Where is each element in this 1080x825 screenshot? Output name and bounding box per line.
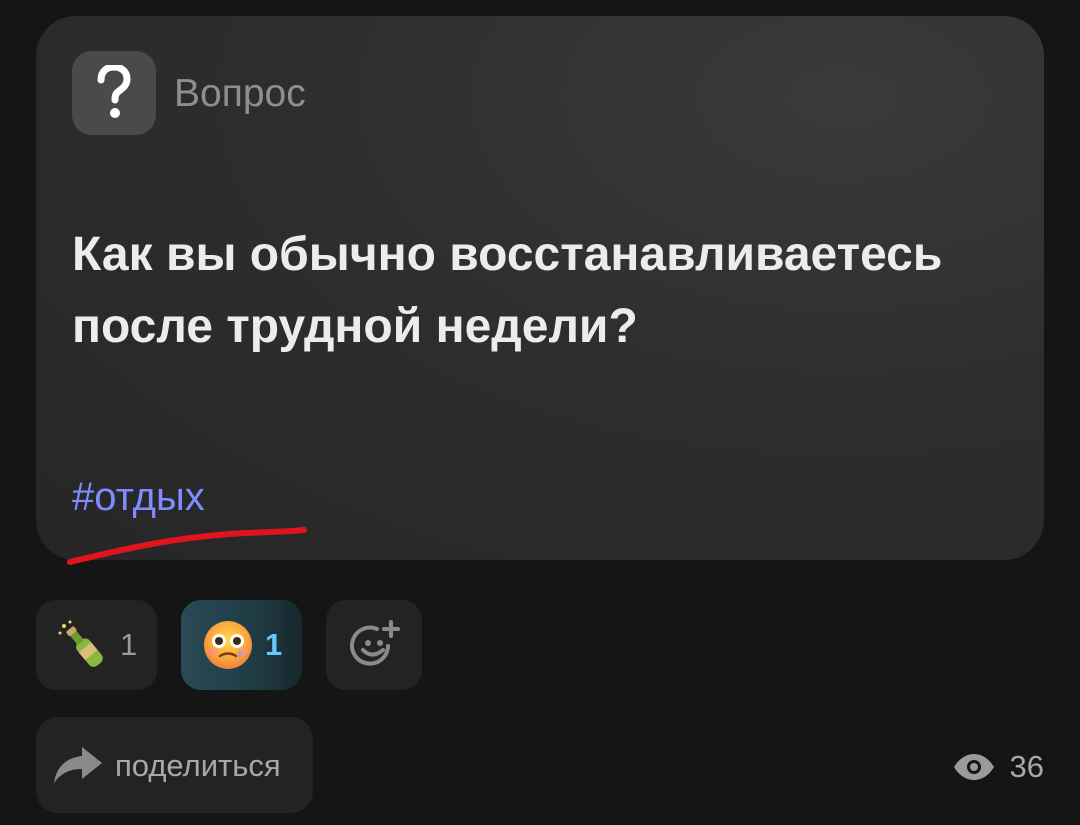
views-counter: 36	[952, 747, 1044, 787]
eye-icon	[953, 754, 994, 780]
red-underline-annotation	[67, 527, 307, 565]
question-card[interactable]: Вопрос Как вы обычно восстанавливаетесь …	[36, 16, 1044, 560]
share-button[interactable]: поделиться	[36, 717, 313, 813]
post-feed-page: Вопрос Как вы обычно восстанавливаетесь …	[0, 0, 1080, 825]
question-title: Как вы обычно восстанавливаетесь после т…	[72, 228, 943, 353]
face-holding-back-tears-icon	[204, 621, 252, 669]
reaction-holding-back-tears[interactable]: 1	[181, 600, 302, 690]
post-type-label: Вопрос	[174, 72, 306, 115]
views-count: 36	[1009, 749, 1044, 784]
champagne-bottle-icon	[58, 620, 103, 667]
question-mark-icon	[72, 51, 156, 135]
reaction-count: 1	[265, 627, 283, 662]
share-arrow-icon	[54, 747, 102, 783]
reaction-count: 1	[120, 627, 138, 662]
share-label: поделиться	[115, 748, 281, 783]
add-reaction-smiley-icon	[350, 620, 400, 666]
add-reaction-button[interactable]	[326, 600, 422, 690]
reaction-champagne[interactable]: 1	[36, 600, 157, 690]
